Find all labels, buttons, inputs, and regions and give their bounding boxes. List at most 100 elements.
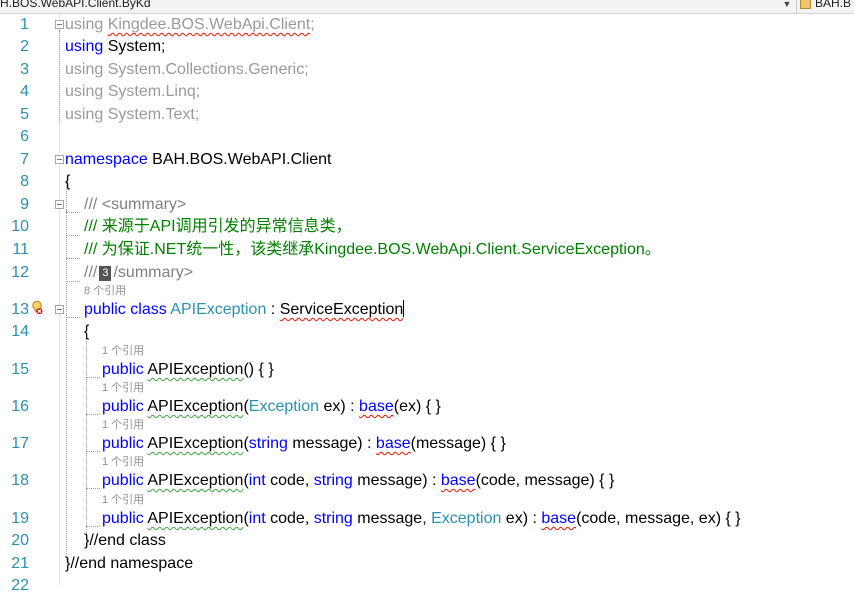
- using-keyword: using: [65, 38, 104, 55]
- collapse-icon[interactable]: [55, 200, 64, 209]
- scope-guide: [66, 235, 80, 236]
- line-number: 2: [20, 38, 29, 55]
- lightbulb-icon[interactable]: [31, 300, 43, 316]
- scope-guide: [86, 488, 100, 489]
- semicolon: ;: [194, 106, 200, 123]
- member-dropdown-label: BAH.B: [815, 0, 852, 10]
- namespace-name: BAH.BOS.WebAPI.Client: [152, 151, 332, 168]
- codelens-references[interactable]: 1 个引用: [102, 457, 144, 468]
- code-text: (code, message, ex) { }: [576, 510, 741, 527]
- scope-guide: [66, 317, 80, 318]
- constructor-name: APIException: [147, 435, 244, 452]
- code-line[interactable]: using System.Text;: [65, 105, 199, 125]
- class-icon: [800, 0, 811, 9]
- nav-separator: [796, 0, 797, 13]
- doc-comment-slashes: ///: [84, 196, 98, 213]
- line-number: 4: [20, 83, 29, 100]
- param-type: int: [248, 472, 266, 489]
- type-dropdown-label[interactable]: H.BOS.WebAPI.Client.ByKd: [0, 0, 151, 9]
- colon: :: [270, 301, 276, 318]
- collapse-icon[interactable]: [55, 20, 64, 29]
- namespace-name: Kingdee.BOS.WebApi.Client: [107, 16, 311, 33]
- code-line[interactable]: {: [84, 322, 89, 342]
- scope-guide: [86, 338, 87, 538]
- code-text: ex) :: [319, 398, 360, 415]
- code-text: message) :: [352, 472, 441, 489]
- member-dropdown[interactable]: BAH.B: [800, 0, 851, 9]
- code-line[interactable]: namespace BAH.BOS.WebAPI.Client: [65, 150, 332, 170]
- code-line[interactable]: public class APIException : ServiceExcep…: [84, 300, 405, 320]
- summary-tag: <summary>: [101, 196, 187, 213]
- code-line[interactable]: using System;: [65, 37, 166, 57]
- chevron-down-icon[interactable]: ▼: [780, 0, 794, 11]
- using-keyword: using: [65, 83, 104, 100]
- scope-guide: [86, 451, 100, 452]
- code-line[interactable]: public APIException() { }: [102, 360, 274, 380]
- line-number: 3: [20, 61, 29, 78]
- line-number: 22: [11, 577, 29, 594]
- line-number: 10: [11, 218, 29, 235]
- param-type: string: [313, 472, 353, 489]
- line-number: 19: [11, 510, 29, 527]
- using-keyword: using: [65, 61, 104, 78]
- public-keyword: public: [102, 472, 144, 489]
- line-number: 18: [11, 472, 29, 489]
- code-line[interactable]: using System.Collections.Generic;: [65, 60, 309, 80]
- code-line[interactable]: ///3/summary>: [84, 263, 193, 283]
- code-text: message,: [352, 510, 432, 527]
- line-number: 8: [20, 173, 29, 190]
- codelens-references[interactable]: 1 个引用: [102, 420, 144, 431]
- scope-guide: [59, 30, 60, 122]
- public-keyword: public: [102, 398, 144, 415]
- code-line[interactable]: }//end namespace: [65, 554, 193, 574]
- codelens-references[interactable]: 1 个引用: [102, 383, 144, 394]
- using-keyword: using: [65, 16, 104, 33]
- base-keyword: base: [375, 435, 411, 452]
- public-keyword: public: [102, 435, 144, 452]
- summary-tag: /summary>: [113, 264, 194, 281]
- class-name: APIException: [170, 301, 267, 318]
- collapse-icon[interactable]: [55, 305, 64, 314]
- code-text: message) :: [287, 435, 376, 452]
- line-number: 17: [11, 435, 29, 452]
- code-text: (code, message) { }: [475, 472, 615, 489]
- code-line[interactable]: {: [65, 172, 70, 192]
- param-type: string: [248, 435, 288, 452]
- code-line[interactable]: using System.Linq;: [65, 82, 200, 102]
- code-line[interactable]: }//end class: [84, 531, 166, 551]
- line-number: 16: [11, 398, 29, 415]
- codelens-references[interactable]: 8 个引用: [84, 286, 126, 297]
- codelens-references[interactable]: 1 个引用: [102, 495, 144, 506]
- code-line[interactable]: /// 为保证.NET统一性，该类继承Kingdee.BOS.WebApi.Cl…: [84, 240, 661, 260]
- code-line[interactable]: /// 来源于API调用引发的异常信息类，: [84, 217, 352, 237]
- code-line[interactable]: public APIException(int code, string mes…: [102, 471, 614, 491]
- scope-guide: [66, 212, 80, 213]
- code-line[interactable]: using Kingdee.BOS.WebApi.Client;: [65, 15, 315, 35]
- collapse-icon[interactable]: [55, 155, 64, 164]
- namespace-keyword: namespace: [65, 151, 148, 168]
- namespace-name: System.Linq: [107, 83, 196, 100]
- code-line[interactable]: /// <summary>: [84, 195, 186, 215]
- code-line[interactable]: public APIException(string message) : ba…: [102, 434, 506, 454]
- code-line[interactable]: public APIException(Exception ex) : base…: [102, 397, 441, 417]
- semicolon: ;: [161, 38, 166, 55]
- public-keyword: public: [102, 361, 144, 378]
- base-keyword: base: [440, 472, 476, 489]
- constructor-name: APIException: [147, 398, 244, 415]
- code-line[interactable]: public APIException(int code, string mes…: [102, 509, 741, 529]
- line-number: 11: [12, 241, 29, 258]
- semicolon: ;: [310, 16, 315, 33]
- line-number: 15: [11, 361, 29, 378]
- codelens-references[interactable]: 1 个引用: [102, 346, 144, 357]
- scope-guide: [86, 414, 100, 415]
- base-keyword: base: [359, 398, 394, 415]
- namespace-name: System.Collections.Generic: [107, 61, 305, 78]
- line-number: 14: [11, 323, 29, 340]
- class-keyword: class: [130, 301, 167, 318]
- namespace-name: System.Text: [107, 106, 195, 123]
- public-keyword: public: [102, 510, 144, 527]
- line-number: 13: [11, 301, 29, 318]
- public-keyword: public: [84, 301, 126, 318]
- line-number: 20: [11, 532, 29, 549]
- scope-guide: [66, 210, 67, 280]
